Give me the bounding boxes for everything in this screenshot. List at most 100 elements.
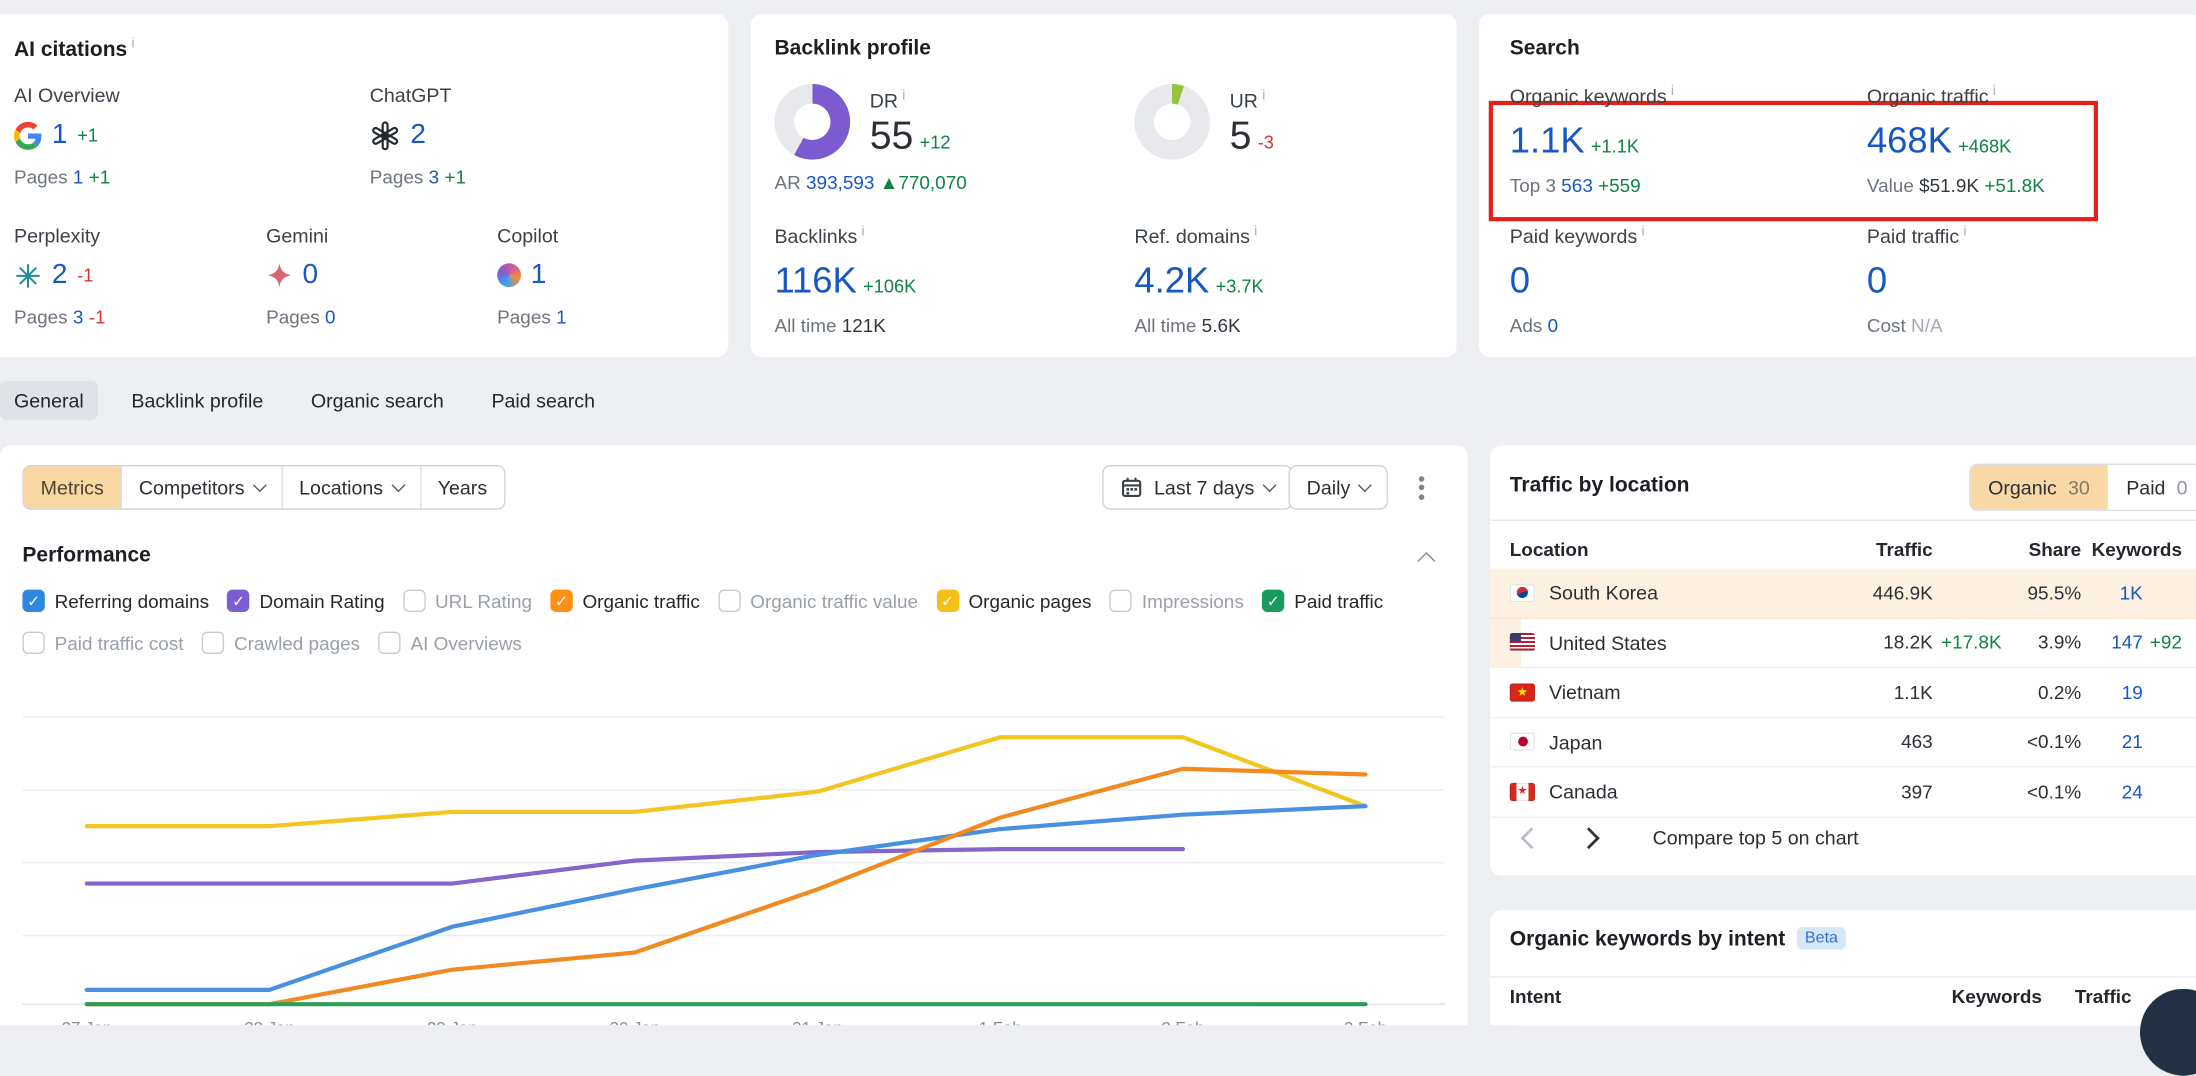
competitors-dropdown[interactable]: Competitors: [122, 466, 282, 508]
ai-overview-count[interactable]: 1: [52, 119, 68, 151]
chart-gridlines: [22, 717, 1445, 1004]
x-axis-label: 27 Jan: [62, 1019, 112, 1026]
checkbox-checked-icon: ✓: [936, 590, 958, 612]
traffic-by-location-panel: Traffic by location Organic30 Paid0 Loca…: [1490, 445, 2196, 875]
ai-item-chatgpt: ChatGPT 2 Pages 3 +1: [370, 84, 466, 188]
location-table-footer: Compare top 5 on chart: [1524, 826, 1859, 848]
years-button[interactable]: Years: [421, 466, 504, 508]
table-row-united-states[interactable]: United States 18.2K +17.8K 3.9% 147 +92: [1490, 618, 2196, 668]
column-traffic: Traffic: [1843, 538, 1933, 559]
paid-keywords-value[interactable]: 0: [1510, 259, 1530, 301]
keywords-by-intent-title: Organic keywords by intentBeta: [1510, 927, 1847, 952]
copilot-count[interactable]: 1: [531, 259, 547, 291]
ref-domains-value[interactable]: 4.2K: [1134, 259, 1209, 301]
performance-panel: Metrics Competitors Locations Years Last…: [0, 445, 1468, 1025]
checkbox-unchecked-icon: [718, 590, 740, 612]
pages-count[interactable]: 0: [325, 307, 336, 328]
checkbox-unchecked-icon: [378, 632, 400, 654]
chevron-down-icon: [252, 478, 266, 492]
metric-checkbox-ai-overviews[interactable]: AI Overviews: [378, 632, 522, 654]
flag-united-states-icon: [1510, 633, 1535, 651]
ar-value[interactable]: 393,593: [806, 172, 874, 193]
pages-count[interactable]: 3: [73, 307, 84, 328]
pages-count[interactable]: 1: [73, 167, 84, 188]
keywords-link[interactable]: 147: [2081, 632, 2143, 653]
info-icon: i: [1254, 224, 1257, 239]
table-row-vietnam[interactable]: Vietnam 1.1K 0.2% 19: [1490, 668, 2196, 718]
info-icon: i: [902, 88, 905, 103]
checkbox-checked-icon: ✓: [550, 590, 572, 612]
keywords-link[interactable]: 21: [2081, 731, 2143, 752]
pages-count[interactable]: 3: [429, 167, 440, 188]
metric-checkbox-organic-traffic-value[interactable]: Organic traffic value: [718, 590, 918, 612]
flag-vietnam-icon: [1510, 683, 1535, 701]
info-icon: i: [1262, 88, 1265, 103]
tab-organic-search[interactable]: Organic search: [297, 381, 458, 420]
next-page-icon[interactable]: [1578, 827, 1600, 849]
toggle-paid[interactable]: Paid0: [2108, 465, 2196, 510]
table-row-canada[interactable]: Canada 397 <0.1% 24: [1490, 767, 2196, 817]
granularity-dropdown[interactable]: Daily: [1288, 465, 1388, 510]
ur-value: 5: [1230, 114, 1252, 157]
x-axis-label: 30 Jan: [610, 1019, 660, 1026]
chart-series-lines: [87, 737, 1366, 1004]
x-axis-label: 31 Jan: [792, 1019, 842, 1026]
ref-domains-block: Ref. domainsi 4.2K +3.7K All time 5.6K: [1134, 224, 1263, 336]
checkbox-checked-icon: ✓: [227, 590, 249, 612]
top3-count[interactable]: 563: [1561, 175, 1593, 196]
paid-traffic-value[interactable]: 0: [1867, 259, 1887, 301]
metric-checkbox-domain-rating[interactable]: ✓Domain Rating: [227, 590, 384, 612]
organic-traffic-value[interactable]: 468K: [1867, 119, 1952, 161]
column-traffic: Traffic: [2075, 986, 2132, 1007]
organic-keywords-value[interactable]: 1.1K: [1510, 119, 1585, 161]
tab-general[interactable]: General: [0, 381, 98, 420]
chart-line-organic-pages: [87, 737, 1366, 826]
organic-paid-toggle: Organic30 Paid0: [1969, 464, 2196, 512]
metric-toggles-row-2: Paid traffic cost Crawled pages AI Overv…: [22, 632, 521, 654]
chatgpt-count[interactable]: 2: [410, 119, 426, 151]
x-axis-label: 28 Jan: [244, 1019, 294, 1026]
delta: +1: [77, 125, 98, 146]
metric-checkbox-organic-pages[interactable]: ✓Organic pages: [936, 590, 1091, 612]
keywords-link[interactable]: 24: [2081, 781, 2143, 802]
traffic-by-location-title: Traffic by location: [1510, 473, 1690, 497]
card-ai-citations: AI citationsi AI Overview 1 +1 Pages 1 +…: [0, 14, 728, 357]
info-icon: i: [131, 36, 134, 51]
metrics-button[interactable]: Metrics: [24, 466, 122, 508]
metric-checkbox-paid-traffic-cost[interactable]: Paid traffic cost: [22, 632, 183, 654]
tab-paid-search[interactable]: Paid search: [477, 381, 609, 420]
tab-backlink-profile[interactable]: Backlink profile: [117, 381, 277, 420]
metric-checkbox-referring-domains[interactable]: ✓Referring domains: [22, 590, 209, 612]
metric-checkbox-organic-traffic[interactable]: ✓Organic traffic: [550, 590, 700, 612]
column-intent: Intent: [1510, 986, 1561, 1007]
chart-x-axis-labels: 27 Jan28 Jan29 Jan30 Jan31 Jan1 Feb2 Feb…: [62, 1019, 1387, 1026]
backlinks-block: Backlinksi 116K +106K All time 121K: [774, 224, 916, 336]
chart-line-referring-domains: [87, 806, 1366, 990]
paid-keywords-block: Paid keywordsi 0 Ads 0: [1510, 224, 1645, 336]
perplexity-count[interactable]: 2: [52, 259, 68, 291]
prev-page-icon[interactable]: [1521, 827, 1543, 849]
metric-checkbox-crawled-pages[interactable]: Crawled pages: [202, 632, 360, 654]
kebab-menu-icon[interactable]: [1409, 472, 1434, 503]
metric-toggles-row-1: ✓Referring domains ✓Domain Rating URL Ra…: [22, 590, 1383, 612]
locations-dropdown[interactable]: Locations: [282, 466, 421, 508]
ai-item-ai-overview: AI Overview 1 +1 Pages 1 +1: [14, 84, 120, 188]
card-search: Search Organic keywordsi 1.1K +1.1K Top …: [1479, 14, 2196, 357]
table-row-japan[interactable]: Japan 463 <0.1% 21: [1490, 718, 2196, 768]
x-axis-label: 1 Feb: [979, 1019, 1022, 1026]
metric-checkbox-paid-traffic[interactable]: ✓Paid traffic: [1262, 590, 1383, 612]
ai-item-perplexity: Perplexity 2 -1 Pages 3 -1: [14, 224, 106, 328]
metric-checkbox-url-rating[interactable]: URL Rating: [403, 590, 532, 612]
metric-checkbox-impressions[interactable]: Impressions: [1110, 590, 1244, 612]
date-range-dropdown[interactable]: Last 7 days: [1102, 465, 1292, 510]
toggle-organic[interactable]: Organic30: [1970, 465, 2108, 510]
keywords-link[interactable]: 19: [2081, 682, 2143, 703]
gemini-count[interactable]: 0: [303, 259, 319, 291]
ar-line: AR 393,593 ▲770,070: [774, 172, 966, 193]
table-row-south-korea[interactable]: South Korea 446.9K 95.5% 1K: [1490, 569, 2196, 619]
paid-traffic-block: Paid traffici 0 Cost N/A: [1867, 224, 1967, 336]
keywords-link[interactable]: 1K: [2081, 582, 2143, 603]
pages-count[interactable]: 1: [556, 307, 567, 328]
collapse-chevron-icon[interactable]: [1418, 552, 1436, 570]
backlinks-value[interactable]: 116K: [774, 259, 856, 301]
